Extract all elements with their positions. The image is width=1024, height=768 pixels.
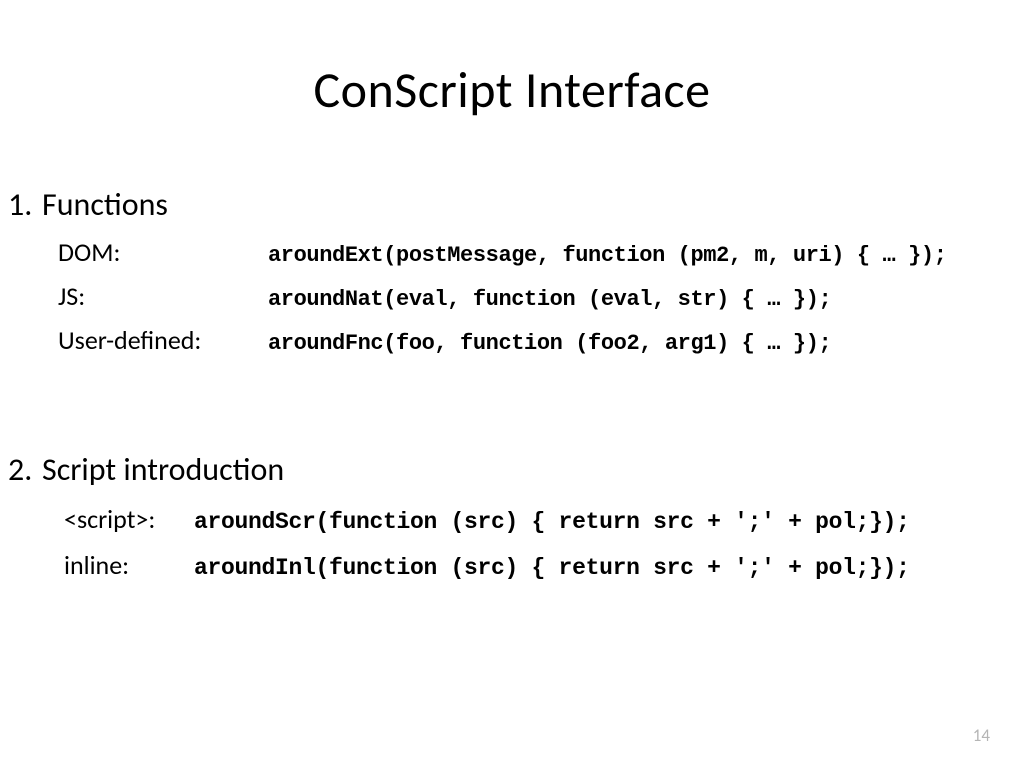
slide: ConScript Interface 1.Functions DOM: aro… <box>0 0 1024 768</box>
section-number-1: 1. <box>8 185 42 224</box>
function-row-user: User-defined: aroundFnc(foo, function (f… <box>58 324 1004 356</box>
section-title-1: Functions <box>42 185 168 224</box>
script-label: inline: <box>64 549 194 581</box>
section-heading-2: 2.Script introduction <box>8 450 1004 489</box>
script-code: aroundScr(function (src) { return src + … <box>194 509 910 535</box>
section-heading-1: 1.Functions <box>8 185 1004 224</box>
script-label: <script>: <box>64 503 194 535</box>
section-script-introduction: 2.Script introduction <script>: aroundSc… <box>8 450 1004 595</box>
slide-title: ConScript Interface <box>0 60 1024 121</box>
function-code: aroundFnc(foo, function (foo2, arg1) { …… <box>268 331 831 356</box>
script-row-inline: inline: aroundInl(function (src) { retur… <box>64 549 1004 581</box>
function-row-js: JS: aroundNat(eval, function (eval, str)… <box>58 280 1004 312</box>
function-code: aroundExt(postMessage, function (pm2, m,… <box>268 243 947 268</box>
function-label: DOM: <box>58 236 268 268</box>
function-label: User-defined: <box>58 324 268 356</box>
script-row-tag: <script>: aroundScr(function (src) { ret… <box>64 503 1004 535</box>
script-code: aroundInl(function (src) { return src + … <box>194 555 910 581</box>
section-functions: 1.Functions DOM: aroundExt(postMessage, … <box>8 185 1004 368</box>
page-number: 14 <box>973 725 990 746</box>
section-number-2: 2. <box>8 450 42 489</box>
function-code: aroundNat(eval, function (eval, str) { …… <box>268 287 831 312</box>
section-title-2: Script introduction <box>42 450 284 489</box>
function-label: JS: <box>58 280 268 312</box>
function-row-dom: DOM: aroundExt(postMessage, function (pm… <box>58 236 1004 268</box>
